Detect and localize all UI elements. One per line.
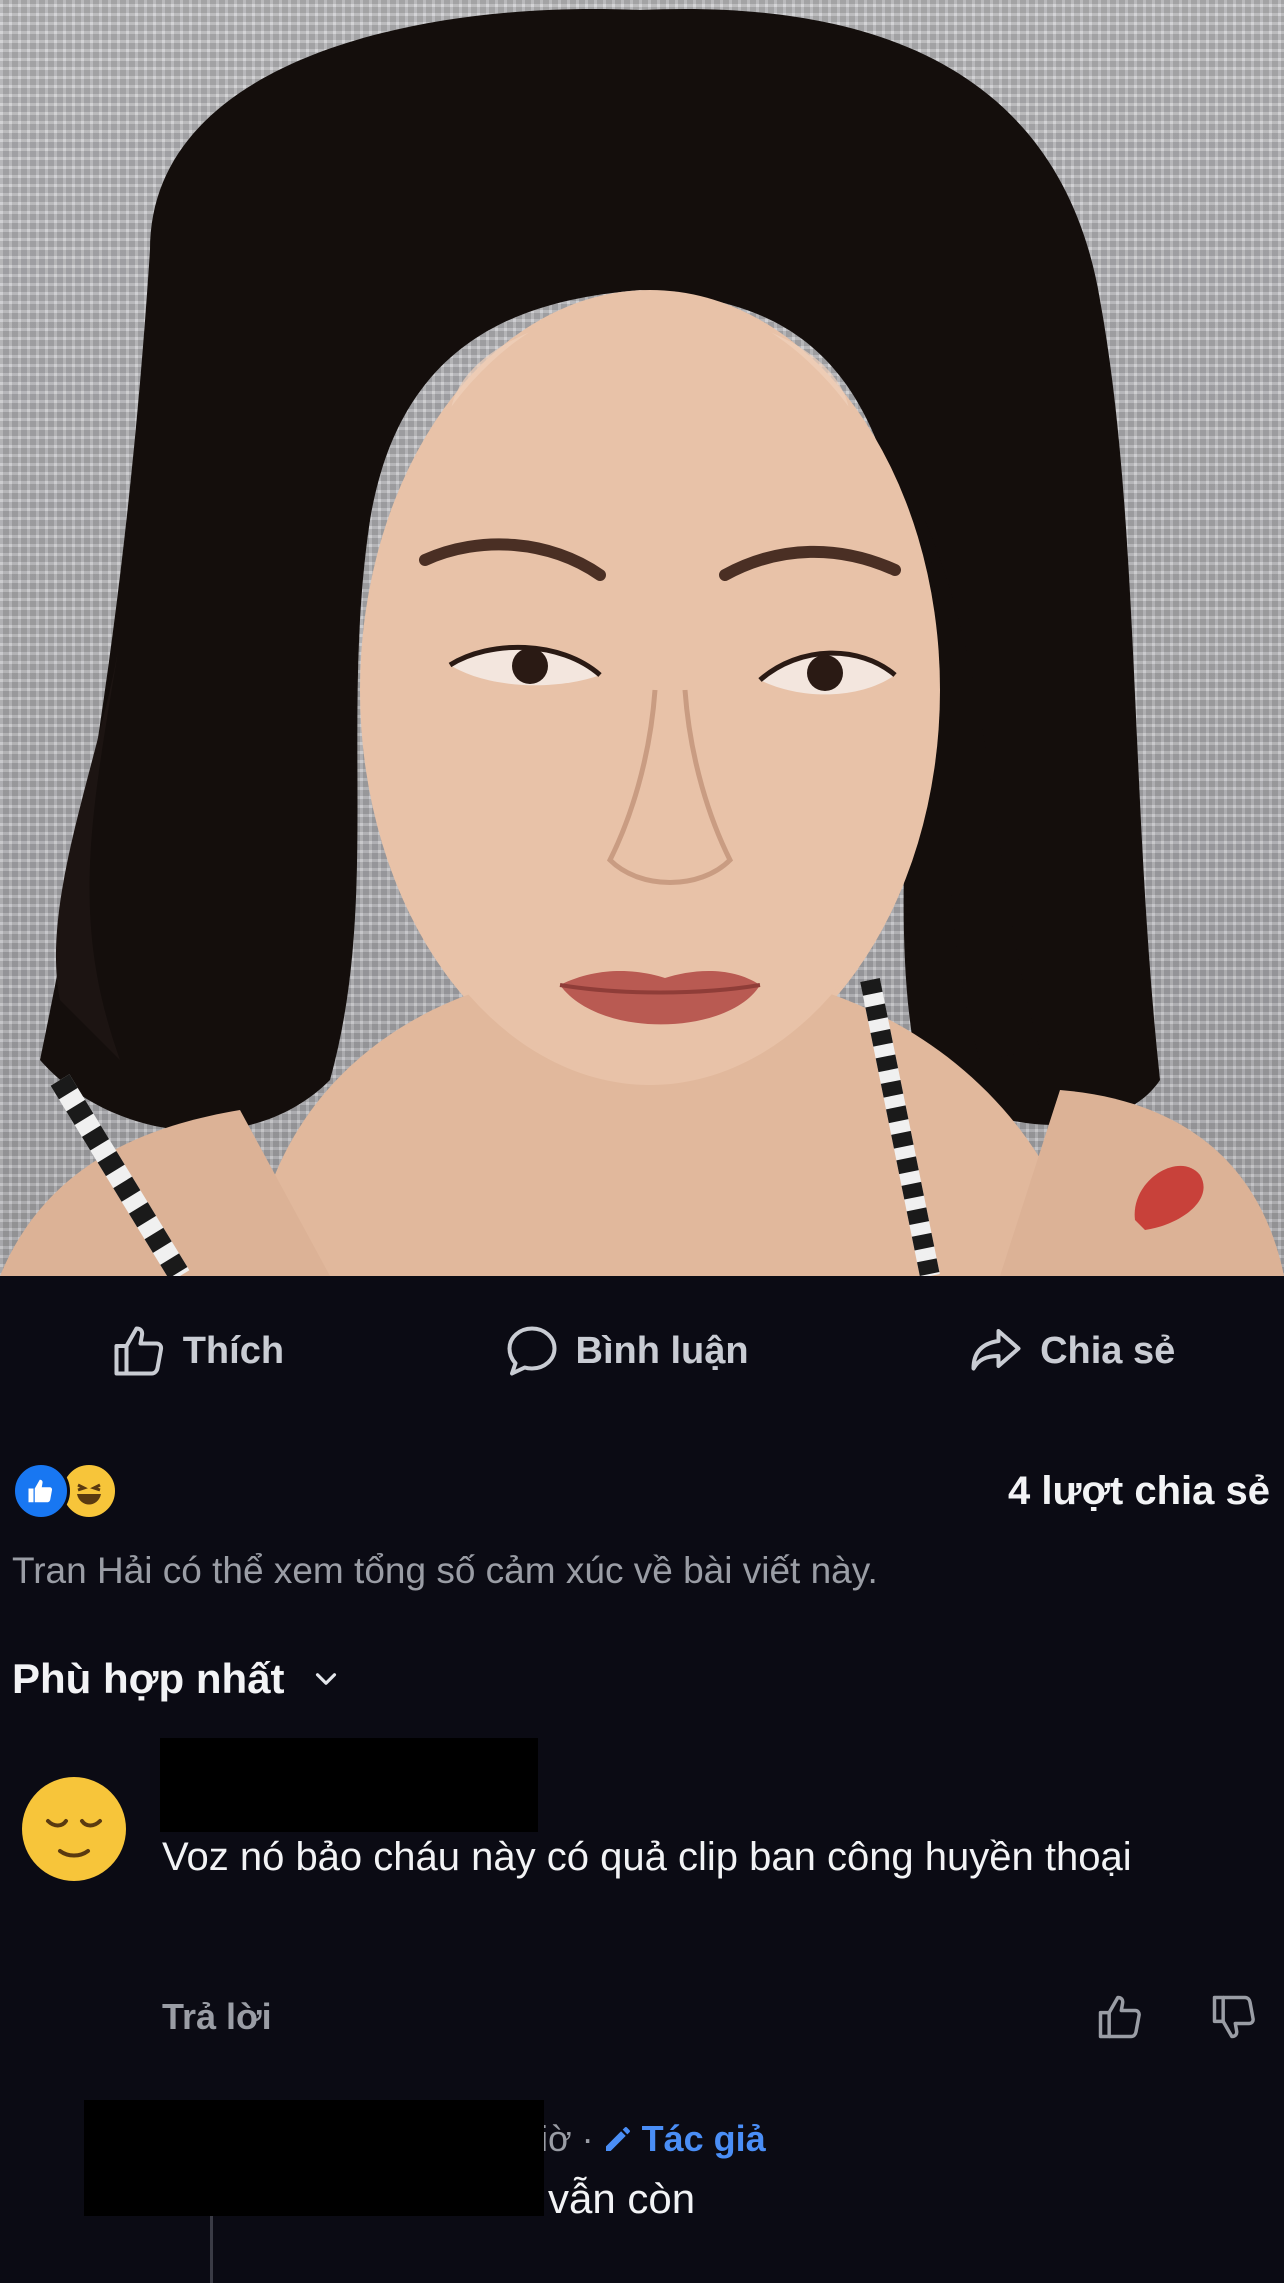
share-button[interactable]: Chia sẻ [966, 1321, 1175, 1381]
share-arrow-icon [971, 1329, 1021, 1371]
thumbs-up-icon [114, 1326, 163, 1376]
chevron-down-icon [315, 1673, 336, 1685]
reaction-visibility-note: Tran Hải có thể xem tổng số cảm xúc về b… [12, 1550, 878, 1591]
author-badge: Tác giả [602, 2118, 766, 2160]
pencil-icon [605, 2127, 630, 2151]
reply-time: iờ · [540, 2118, 594, 2159]
reply-meta: iờ · Tác giả [540, 2118, 766, 2160]
comment-label: Bình luận [575, 1329, 749, 1372]
reaction-icons[interactable] [12, 1462, 118, 1520]
comment-button[interactable]: Bình luận [502, 1321, 749, 1381]
comment-actions: Trả lời [162, 1990, 1260, 2044]
downvote-icon[interactable] [1208, 1991, 1260, 2043]
like-label: Thích [182, 1329, 285, 1372]
post-photo[interactable] [0, 0, 1284, 1276]
author-tag-label: Tác giả [641, 2118, 766, 2159]
redacted-commenter-name [160, 1738, 538, 1832]
upvote-icon[interactable] [1094, 1991, 1146, 2043]
sort-label: Phù hợp nhất [12, 1655, 285, 1702]
comment-text: Voz nó bảo cháu này có quả clip ban công… [162, 1835, 1132, 1879]
avatar[interactable] [20, 1775, 128, 1883]
share-count[interactable]: 4 lượt chia sẻ [1008, 1469, 1270, 1514]
like-reaction-icon [12, 1462, 70, 1520]
comment-vote [1094, 1991, 1260, 2043]
comment-bubble-icon [507, 1326, 556, 1376]
redacted-reply-author [84, 2100, 544, 2216]
reply-button[interactable]: Trả lời [162, 1996, 272, 2038]
reply-text: vẫn còn [548, 2175, 696, 2222]
comment-sort-dropdown[interactable]: Phù hợp nhất [12, 1655, 343, 1703]
reactions-summary: 4 lượt chia sẻ [12, 1460, 1270, 1522]
share-label: Chia sẻ [1040, 1329, 1176, 1372]
post-action-bar: Thích Bình luận Chia sẻ [0, 1276, 1284, 1426]
like-button[interactable]: Thích [109, 1321, 284, 1381]
